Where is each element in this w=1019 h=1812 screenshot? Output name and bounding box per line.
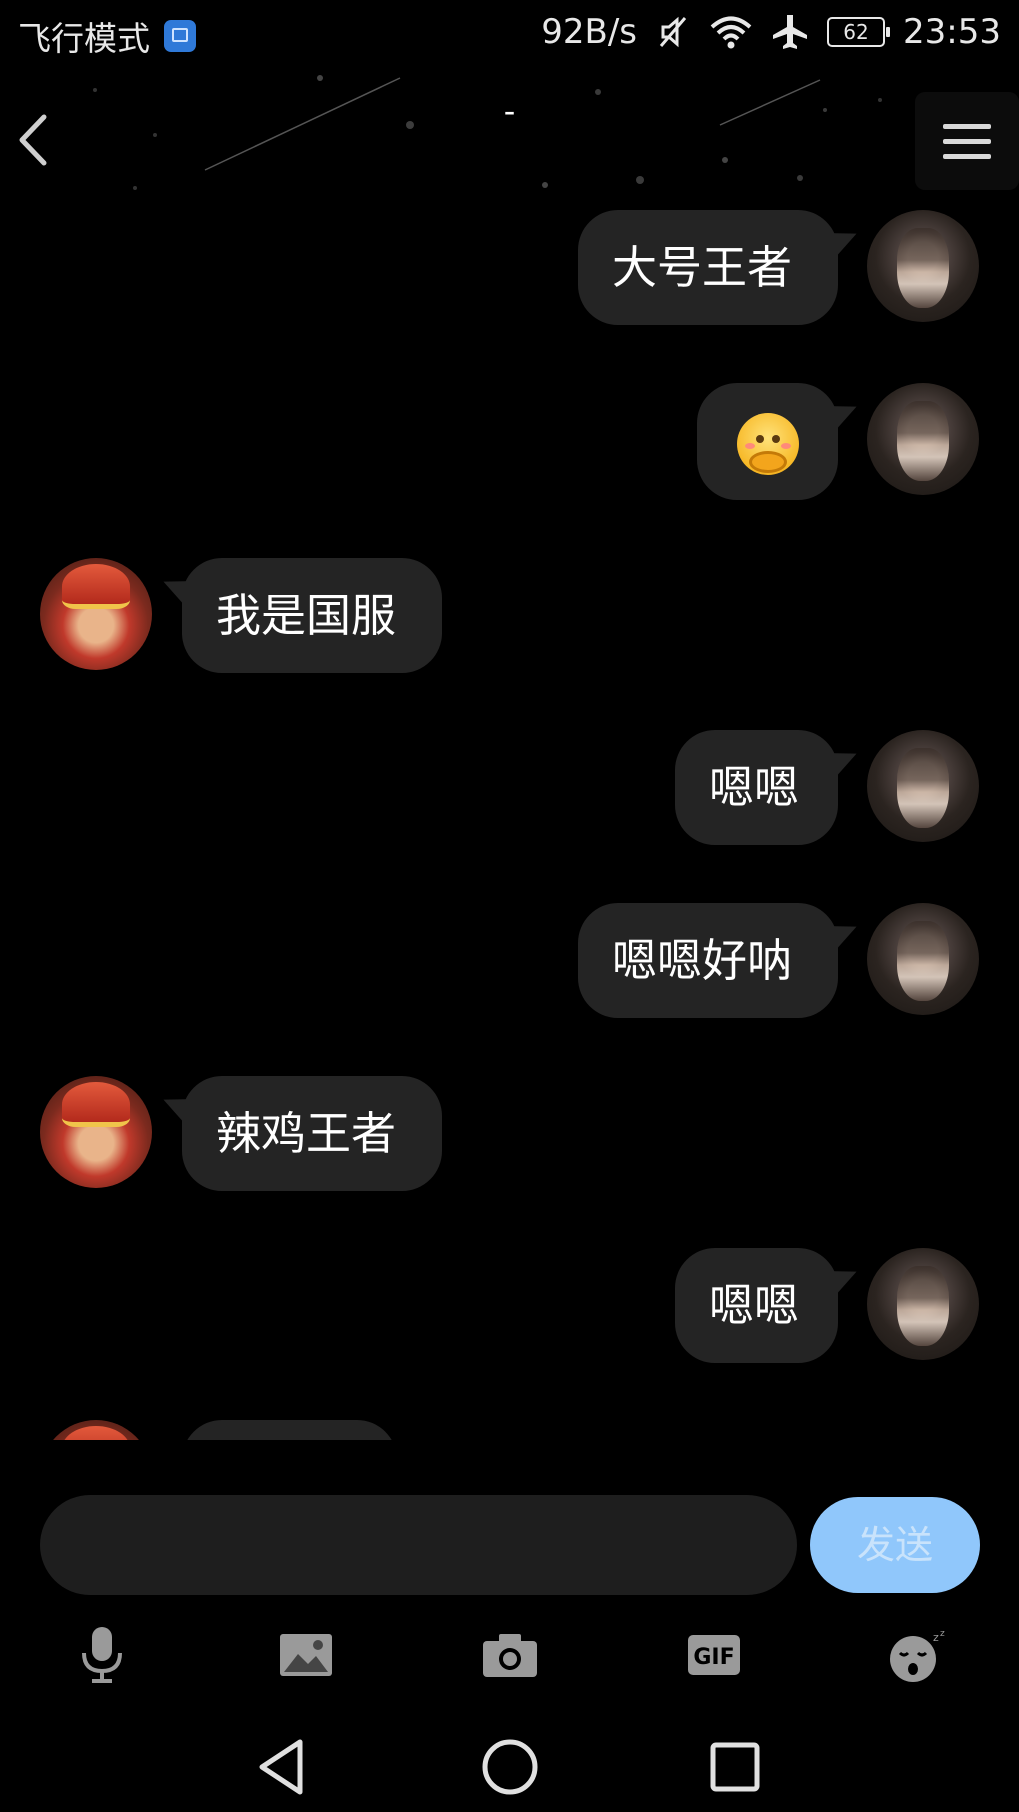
clock: 23:53 [903,12,1001,52]
attachment-toolbar: GIF z z [0,1620,1019,1690]
status-bar: 飞行模式 92B/s 62 23:53 [0,0,1019,70]
message-text: 嗯嗯 [709,761,800,814]
my-avatar[interactable] [867,730,979,842]
message-row: 辣鸡王者 [0,1076,1019,1196]
message-input[interactable] [40,1495,797,1595]
status-left: 飞行模式 [18,12,196,60]
message-row: 大号王者 [0,210,1019,330]
contact-avatar[interactable] [40,558,152,670]
triangle-back-icon [259,1739,303,1795]
airplane-icon [773,15,808,49]
message-row: 我是国服 [0,558,1019,678]
voice-button[interactable] [67,1620,137,1690]
emoji-cheek [744,443,755,449]
message-text: 嗯嗯好呐 [612,934,793,987]
message-row: 嗯嗯好呐 [0,903,1019,1023]
menu-button[interactable] [915,92,1019,190]
message-row-partial [0,1420,1019,1440]
status-right: 92B/s 62 23:53 [541,12,1001,52]
hugging-face-emoji [736,413,799,475]
battery-icon: 62 [827,17,891,47]
camera-icon [483,1634,537,1677]
square-recents-icon [710,1742,760,1792]
message-text: 嗯嗯 [709,1279,800,1332]
image-icon [280,1634,332,1676]
nav-recents-button[interactable] [700,1732,770,1802]
menu-icon-line [943,124,991,129]
microphone-icon [82,1627,122,1683]
gif-label: GIF [693,1645,734,1670]
message-bubble[interactable]: 辣鸡王者 [182,1076,442,1191]
message-text: 大号王者 [612,241,793,294]
message-bubble[interactable]: 我是国服 [182,558,442,673]
network-speed: 92B/s [541,12,638,52]
message-text: 辣鸡王者 [216,1107,397,1160]
system-navigation-bar [0,1720,1019,1812]
nav-back-button[interactable] [248,1732,318,1802]
menu-icon-line [943,139,991,144]
gif-icon: GIF [688,1635,740,1675]
message-row: 嗯嗯 [0,1248,1019,1368]
gif-button[interactable]: GIF [679,1620,749,1690]
message-row: 嗯嗯 [0,730,1019,850]
emoji-cheek [780,443,791,449]
contact-avatar[interactable] [40,1076,152,1188]
message-bubble[interactable]: 嗯嗯 [675,1248,838,1363]
emoji-eye [755,435,764,443]
my-avatar[interactable] [867,903,979,1015]
message-row [0,383,1019,503]
emoji-button[interactable]: z z [883,1620,953,1690]
sleepy-emoji-icon: z z [890,1629,945,1682]
contact-avatar[interactable] [40,1420,152,1440]
mute-icon [659,16,687,48]
gallery-notification-icon [164,20,196,52]
airplane-mode-label: 飞行模式 [18,19,150,58]
camera-button[interactable] [475,1620,545,1690]
send-button[interactable]: 发送 [810,1497,980,1593]
svg-text:z: z [933,1631,939,1644]
message-bubble[interactable] [182,1420,397,1440]
emoji-hands [748,451,787,473]
message-list[interactable]: 大号王者 我是国服 嗯嗯 嗯嗯好呐 辣鸡王者 嗯嗯 [0,200,1019,1440]
battery-level: 62 [843,20,869,44]
menu-icon-line [943,154,991,159]
chat-title: - [503,92,516,130]
my-avatar[interactable] [867,383,979,495]
image-button[interactable] [271,1620,341,1690]
message-bubble[interactable]: 嗯嗯好呐 [578,903,838,1018]
starfield-background [93,75,882,190]
wifi-icon [710,16,752,49]
message-bubble[interactable]: 嗯嗯 [675,730,838,845]
message-text: 我是国服 [216,589,397,642]
my-avatar[interactable] [867,1248,979,1360]
chat-header: - [0,70,1019,200]
emoji-eye [771,435,780,443]
svg-text:z: z [940,1629,945,1639]
circle-home-icon [482,1739,538,1795]
message-bubble[interactable] [697,383,838,500]
message-bubble[interactable]: 大号王者 [578,210,838,325]
nav-home-button[interactable] [475,1732,545,1802]
my-avatar[interactable] [867,210,979,322]
